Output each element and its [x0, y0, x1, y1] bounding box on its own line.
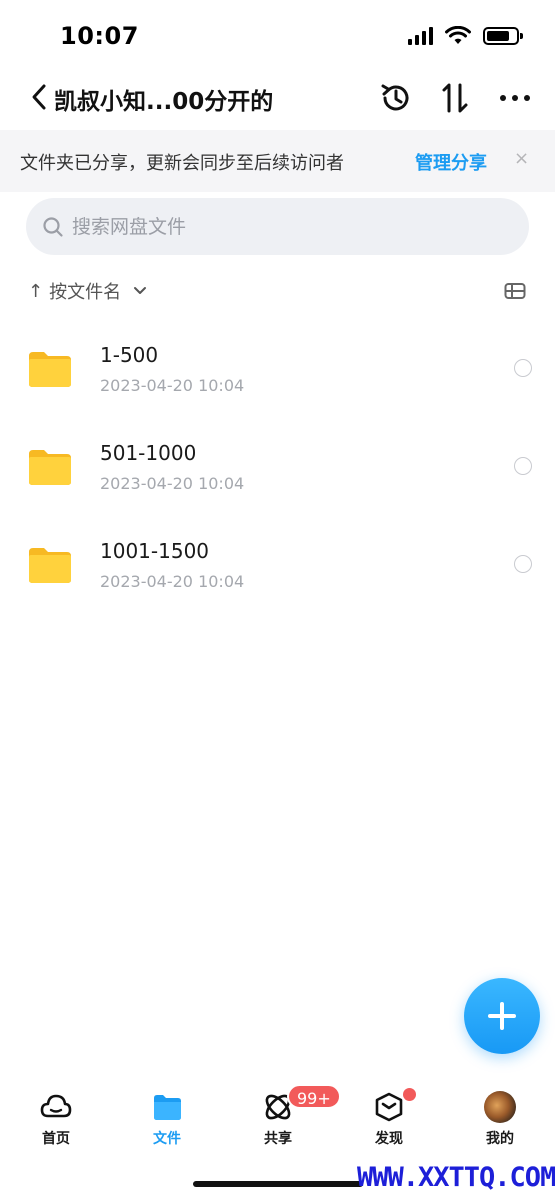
select-checkbox[interactable] [514, 457, 532, 475]
file-date: 2023-04-20 10:04 [100, 376, 245, 395]
watermark: WWW.XXTTQ.COM [357, 1162, 555, 1193]
folder-icon [29, 450, 71, 485]
notification-badge: 99+ [287, 1084, 341, 1109]
search-icon [43, 217, 63, 237]
list-item[interactable]: 1001-1500 2023-04-20 10:04 [0, 526, 555, 624]
more-button[interactable] [497, 80, 533, 116]
tab-label: 文件 [153, 1131, 181, 1147]
sort-arrows-icon [442, 83, 468, 113]
chevron-down-icon [134, 287, 147, 294]
folder-icon [154, 1095, 181, 1120]
battery-icon [483, 27, 523, 45]
sort-selector[interactable]: ↑ 按文件名 [28, 278, 147, 304]
search-input[interactable] [72, 198, 492, 255]
list-item[interactable]: 1-500 2023-04-20 10:04 [0, 330, 555, 428]
box-icon [375, 1092, 403, 1122]
file-date: 2023-04-20 10:04 [100, 474, 245, 493]
add-button[interactable] [464, 978, 540, 1054]
notification-dot [403, 1088, 416, 1101]
file-date: 2023-04-20 10:04 [100, 572, 245, 591]
tab-label: 发现 [375, 1131, 403, 1147]
avatar [484, 1091, 516, 1123]
history-button[interactable] [378, 80, 414, 116]
list-view-icon[interactable] [504, 282, 526, 300]
sort-direction-arrow: ↑ [28, 280, 44, 302]
folder-icon [29, 548, 71, 583]
plus-icon [488, 1002, 516, 1030]
history-icon [381, 84, 409, 111]
list-item[interactable]: 501-1000 2023-04-20 10:04 [0, 428, 555, 526]
back-icon[interactable] [28, 82, 52, 112]
search-bar[interactable] [26, 198, 529, 255]
tab-label: 首页 [42, 1131, 70, 1147]
file-name: 1001-1500 [100, 539, 210, 563]
tab-files[interactable]: 文件 [132, 1090, 202, 1148]
status-bar: 10:07 [0, 0, 555, 72]
page-title: 凯叔小知...00分开的 [54, 89, 274, 115]
nav-bar: 凯叔小知...00分开的 [0, 72, 555, 128]
cloud-icon [40, 1094, 72, 1118]
tab-me[interactable]: 我的 [465, 1090, 535, 1148]
manage-share-link[interactable]: 管理分享 [415, 149, 487, 175]
share-banner-text: 文件夹已分享，更新会同步至后续访问者 [20, 153, 344, 174]
close-icon[interactable]: × [514, 148, 529, 169]
avatar-wrap [483, 1090, 517, 1124]
status-icons [408, 26, 523, 46]
status-time: 10:07 [60, 22, 139, 50]
wifi-icon [445, 26, 471, 44]
file-name: 501-1000 [100, 441, 197, 465]
home-indicator [193, 1181, 363, 1187]
sort-button[interactable] [437, 80, 473, 116]
cellular-signal-icon [408, 27, 433, 45]
tab-bar: 首页 文件 共享 发现 我的 [0, 1076, 555, 1166]
file-name: 1-500 [100, 343, 159, 367]
share-banner: 文件夹已分享，更新会同步至后续访问者 管理分享 × [0, 130, 555, 192]
tab-home[interactable]: 首页 [21, 1090, 91, 1148]
more-dots-icon [500, 95, 530, 101]
folder-icon [29, 352, 71, 387]
tab-label: 共享 [264, 1131, 292, 1147]
select-checkbox[interactable] [514, 359, 532, 377]
sort-label: 按文件名 [49, 282, 122, 303]
tab-label: 我的 [486, 1131, 514, 1147]
select-checkbox[interactable] [514, 555, 532, 573]
